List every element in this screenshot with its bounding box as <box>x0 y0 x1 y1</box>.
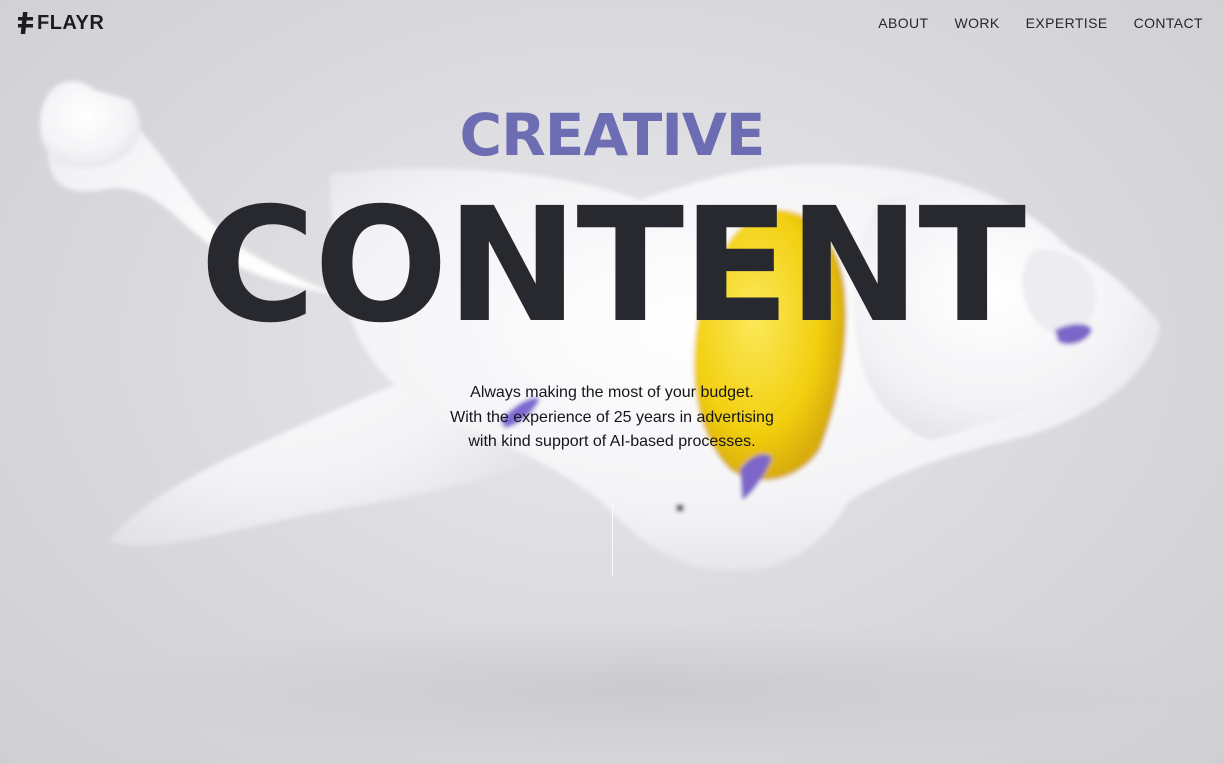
nav-work-link[interactable]: WORK <box>954 13 999 33</box>
nav-about-link[interactable]: ABOUT <box>878 13 928 33</box>
brand-name: FLAYR <box>37 11 105 34</box>
tagline-line: with kind support of AI-based processes. <box>468 433 756 450</box>
scroll-indicator <box>612 504 613 576</box>
tagline-line: With the experience of 25 years in adver… <box>450 408 774 426</box>
tagline-line: Always making the most of your budget. <box>470 384 754 401</box>
hero-eyebrow: CREATIVE <box>459 101 766 169</box>
flayr-logo[interactable]: FLAYR <box>18 10 104 36</box>
nav-expertise-link[interactable]: EXPERTISE <box>1026 13 1108 33</box>
hero-title: CONTENT <box>199 174 1026 358</box>
flayr-mark-icon <box>18 12 33 34</box>
hero-section: FLAYR ABOUT WORK EXPERTISE CONTACT CREAT… <box>0 0 1224 764</box>
nav-contact-link[interactable]: CONTACT <box>1134 13 1203 33</box>
main-navigation: ABOUT WORK EXPERTISE CONTACT <box>878 13 1203 33</box>
hero-tagline: Always making the most of your budget. W… <box>0 381 1224 455</box>
